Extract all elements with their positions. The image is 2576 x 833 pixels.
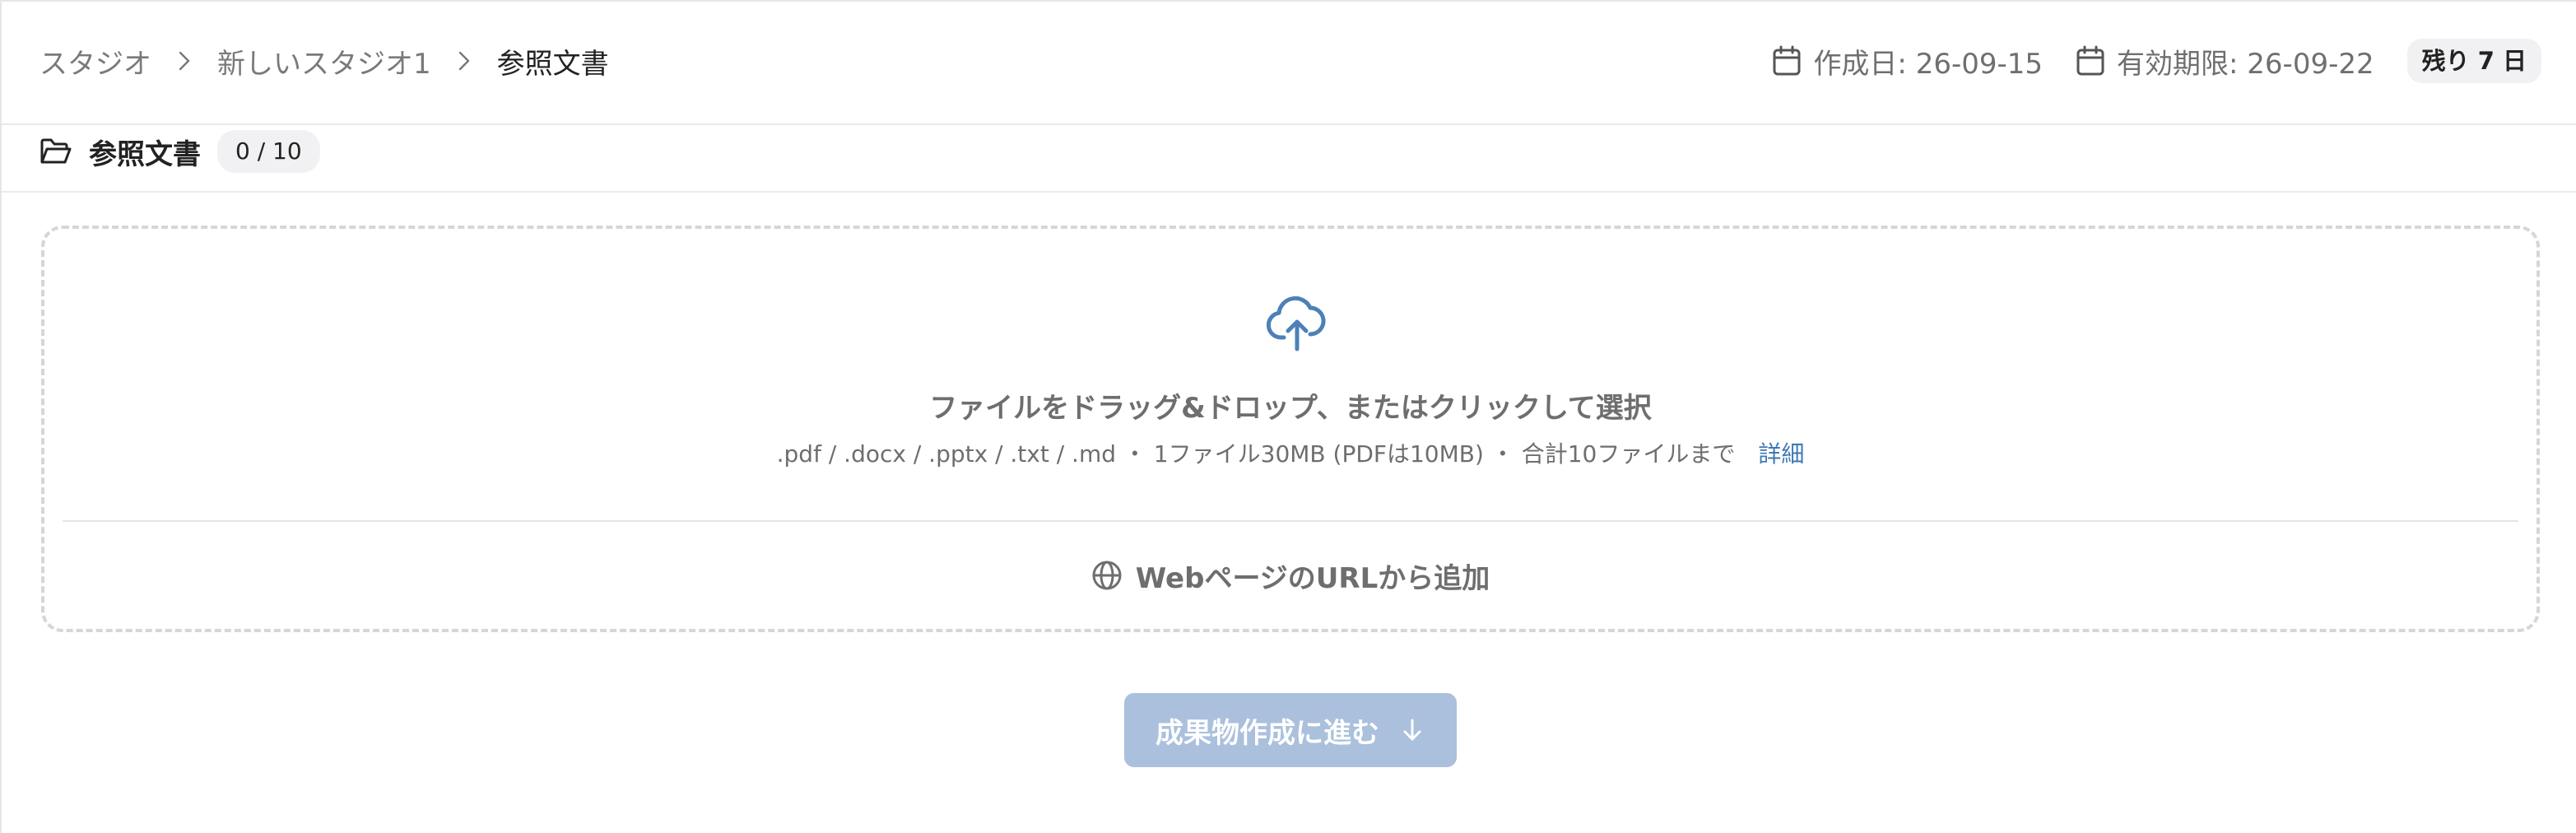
add-from-url-label: WebページのURLから追加 [1135,561,1490,595]
dropzone-title: ファイルをドラッグ&ドロップ、またはクリックして選択 [929,392,1652,425]
chevron-right-icon [151,44,217,77]
proceed-to-deliverable-button[interactable]: 成果物作成に進む [1124,693,1457,767]
breadcrumb-item-current: 参照文書 [496,47,609,81]
remaining-days-badge: 残り 7 日 [2406,39,2541,83]
studio-meta: 作成日: 26-09-15 有効期限: 26-09-22 残り 7 日 [1772,36,2541,86]
proceed-button-label: 成果物作成に進む [1155,716,1379,750]
details-link[interactable]: 詳細 [1758,440,1804,468]
dropzone-subtitle: .pdf / .docx / .pptx / .txt / .md ・ 1ファイ… [44,436,2536,469]
breadcrumb: スタジオ 新しいスタジオ1 参照文書 [40,36,609,86]
arrow-down-icon [1403,719,1421,741]
calendar-icon [2076,45,2104,76]
globe-icon [1092,561,1122,590]
breadcrumb-item-studio[interactable]: スタジオ [40,41,151,81]
folder-open-icon [40,138,72,164]
created-date-text: 作成日: 26-09-15 [1813,47,2044,81]
dropzone-divider [63,520,2518,522]
created-date: 作成日: 26-09-15 [1772,41,2043,81]
cloud-upload-icon [1266,296,1326,351]
dropzone-file-rules: .pdf / .docx / .pptx / .txt / .md ・ 1ファイ… [776,440,1736,468]
section-header: 参照文書 0 / 10 [2,127,2576,193]
chevron-right-icon [431,44,497,77]
calendar-icon [1773,45,1801,76]
section-title: 参照文書 [89,137,201,171]
expiry-date-text: 有効期限: 26-09-22 [2117,47,2374,81]
breadcrumb-item-new-studio[interactable]: 新しいスタジオ1 [217,41,431,81]
document-count-badge: 0 / 10 [217,130,320,173]
file-dropzone[interactable]: ファイルをドラッグ&ドロップ、またはクリックして選択 .pdf / .docx … [41,226,2540,632]
header: スタジオ 新しいスタジオ1 参照文書 作成日: 26-09-15 有効期限: 2… [2,2,2576,125]
add-from-url-button[interactable]: WebページのURLから追加 [44,555,2536,596]
studio-reference-docs-page: スタジオ 新しいスタジオ1 参照文書 作成日: 26-09-15 有効期限: 2… [0,0,2576,833]
expiry-date: 有効期限: 26-09-22 [2076,41,2374,81]
